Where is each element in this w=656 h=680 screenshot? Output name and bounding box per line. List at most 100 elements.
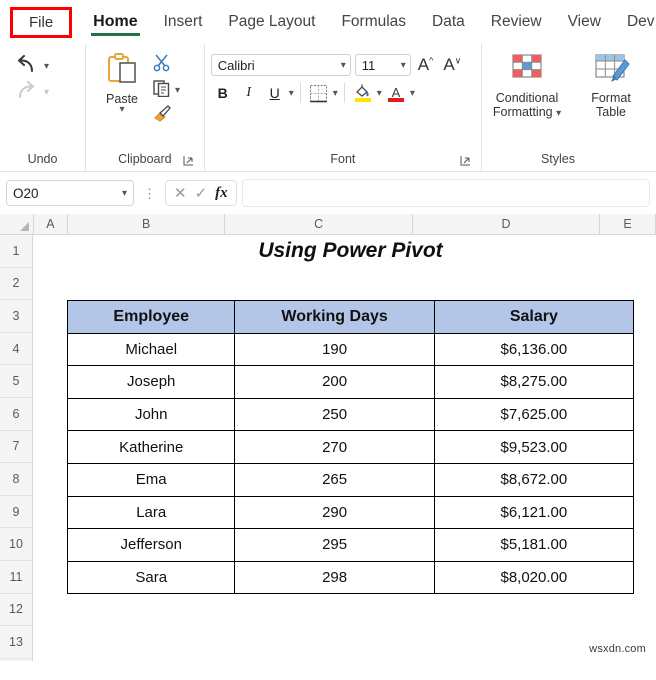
font-name-value: Calibri xyxy=(217,57,255,73)
font-name-chevron-down-icon[interactable]: ▾ xyxy=(341,60,346,71)
conditional-formatting-line1: Conditional xyxy=(495,91,559,105)
row-header-11[interactable]: 11 xyxy=(0,561,32,594)
tab-view[interactable]: View xyxy=(555,7,614,37)
table-header-salary[interactable]: Salary xyxy=(433,300,635,334)
column-header-b[interactable]: B xyxy=(67,214,226,234)
paste-chevron-down-icon[interactable]: ▾ xyxy=(120,105,125,115)
row-header-12[interactable]: 12 xyxy=(0,594,32,627)
cancel-x-icon[interactable]: ✕ xyxy=(174,184,187,202)
decrease-font-size-button[interactable]: A∨ xyxy=(440,55,464,75)
name-box-chevron-down-icon[interactable]: ▾ xyxy=(122,188,127,199)
increase-font-size-button[interactable]: A^ xyxy=(415,55,437,75)
tab-review[interactable]: Review xyxy=(478,7,555,37)
tab-insert[interactable]: Insert xyxy=(151,7,216,37)
cell-working-days[interactable]: 298 xyxy=(234,560,435,595)
borders-chevron-down-icon[interactable]: ▾ xyxy=(333,88,338,99)
conditional-formatting-chevron-down-icon[interactable]: ▾ xyxy=(556,108,561,119)
cell-employee[interactable]: Michael xyxy=(66,332,236,367)
row-header-13[interactable]: 13 xyxy=(0,626,32,659)
column-header-d[interactable]: D xyxy=(412,214,601,234)
cell-working-days[interactable]: 270 xyxy=(234,430,435,464)
row-header-7[interactable]: 7 xyxy=(0,431,32,464)
font-size-chevron-down-icon[interactable]: ▾ xyxy=(401,60,406,71)
cell-employee[interactable]: Ema xyxy=(66,462,236,497)
cell-working-days[interactable]: 265 xyxy=(234,462,435,497)
scissors-icon[interactable] xyxy=(152,54,172,77)
font-color-chevron-down-icon[interactable]: ▾ xyxy=(410,88,415,99)
row-header-10[interactable]: 10 xyxy=(0,528,32,561)
increase-font-size-label: A xyxy=(417,55,430,74)
row-header-5[interactable]: 5 xyxy=(0,365,32,398)
cell-salary[interactable]: $6,136.00 xyxy=(433,332,635,367)
font-size-select[interactable]: 11 ▾ xyxy=(354,54,411,76)
tab-data[interactable]: Data xyxy=(419,7,478,37)
fill-color-chevron-down-icon[interactable]: ▾ xyxy=(377,88,382,99)
tab-formulas-label: Formulas xyxy=(341,13,407,30)
cell-salary[interactable]: $5,181.00 xyxy=(433,528,635,562)
undo-arrow-icon[interactable] xyxy=(14,54,40,78)
cell-employee[interactable]: John xyxy=(66,397,236,432)
row-header-9[interactable]: 9 xyxy=(0,496,32,529)
borders-grid-icon[interactable] xyxy=(307,81,331,105)
column-header-c[interactable]: C xyxy=(225,214,413,234)
cell-salary[interactable]: $6,121.00 xyxy=(433,495,635,530)
font-dialog-launcher-icon[interactable] xyxy=(460,155,471,166)
cell-salary[interactable]: $8,020.00 xyxy=(433,560,635,595)
tab-file[interactable]: File xyxy=(10,6,73,38)
cell-employee[interactable]: Joseph xyxy=(66,365,236,399)
undo-dropdown-chevron-down-icon[interactable]: ▾ xyxy=(44,61,49,72)
tab-formulas[interactable]: Formulas xyxy=(328,7,419,37)
cell-employee[interactable]: Jefferson xyxy=(66,528,236,562)
cell-working-days[interactable]: 190 xyxy=(234,332,435,367)
paste-button[interactable]: Paste ▾ xyxy=(92,52,152,127)
sheet-title-cell[interactable]: Using Power Pivot xyxy=(67,235,634,268)
confirm-check-icon[interactable]: ✓ xyxy=(195,184,208,202)
fx-icon[interactable]: fx xyxy=(215,185,228,202)
cell-working-days[interactable]: 295 xyxy=(234,528,435,562)
row-header-6[interactable]: 6 xyxy=(0,398,32,431)
fill-color-icon[interactable] xyxy=(351,81,375,105)
column-header-a[interactable]: A xyxy=(34,214,68,234)
underline-chevron-down-icon[interactable]: ▾ xyxy=(289,88,294,99)
cell-salary[interactable]: $8,275.00 xyxy=(433,365,635,399)
font-name-select[interactable]: Calibri ▾ xyxy=(210,54,351,76)
cell-working-days[interactable]: 200 xyxy=(234,365,435,399)
cell-working-days[interactable]: 250 xyxy=(234,397,435,432)
row-header-2[interactable]: 2 xyxy=(0,268,32,301)
copy-pages-icon[interactable] xyxy=(152,79,172,102)
select-all-corner[interactable] xyxy=(0,214,34,234)
row-header-3[interactable]: 3 xyxy=(0,300,32,333)
cell-employee[interactable]: Sara xyxy=(66,560,236,595)
tab-developer[interactable]: Dev xyxy=(614,7,656,37)
italic-button[interactable]: I xyxy=(237,81,261,105)
undo-group-content: ▾ ▾ xyxy=(6,48,79,152)
cell-employee[interactable]: Katherine xyxy=(66,430,236,464)
cell-salary[interactable]: $7,625.00 xyxy=(433,397,635,432)
tab-home[interactable]: Home xyxy=(80,7,150,37)
cell-employee[interactable]: Lara xyxy=(66,495,236,530)
underline-button[interactable]: U xyxy=(263,81,287,105)
cell-working-days[interactable]: 290 xyxy=(234,495,435,530)
table-header-working-days[interactable]: Working Days xyxy=(234,300,435,334)
sheet-cells-area[interactable]: Using Power Pivot Employee Working Days … xyxy=(33,235,656,661)
copy-chevron-down-icon[interactable]: ▾ xyxy=(175,85,180,96)
row-header-4[interactable]: 4 xyxy=(0,333,32,366)
paintbrush-icon[interactable] xyxy=(152,104,172,127)
column-header-e[interactable]: E xyxy=(600,214,656,234)
table-header-employee[interactable]: Employee xyxy=(66,300,236,334)
formula-bar-more-icon[interactable]: ⋮ xyxy=(139,187,160,200)
format-as-table-button[interactable]: Format Table xyxy=(572,52,650,120)
cell-salary[interactable]: $8,672.00 xyxy=(433,462,635,497)
conditional-formatting-button[interactable]: Conditional Formatting ▾ xyxy=(488,52,566,120)
formula-input[interactable] xyxy=(241,179,650,207)
table-header-row: Employee Working Days Salary xyxy=(66,300,635,334)
bold-button[interactable]: B xyxy=(211,81,235,105)
row-header-8[interactable]: 8 xyxy=(0,463,32,496)
font-color-icon[interactable]: A xyxy=(384,81,408,105)
name-box[interactable]: O20 ▾ xyxy=(6,180,134,206)
cell-salary[interactable]: $9,523.00 xyxy=(433,430,635,464)
row-header-1[interactable]: 1 xyxy=(0,235,32,268)
table-row: Michael 190 $6,136.00 xyxy=(66,332,635,367)
tab-page-layout[interactable]: Page Layout xyxy=(215,7,328,37)
clipboard-dialog-launcher-icon[interactable] xyxy=(183,155,194,166)
